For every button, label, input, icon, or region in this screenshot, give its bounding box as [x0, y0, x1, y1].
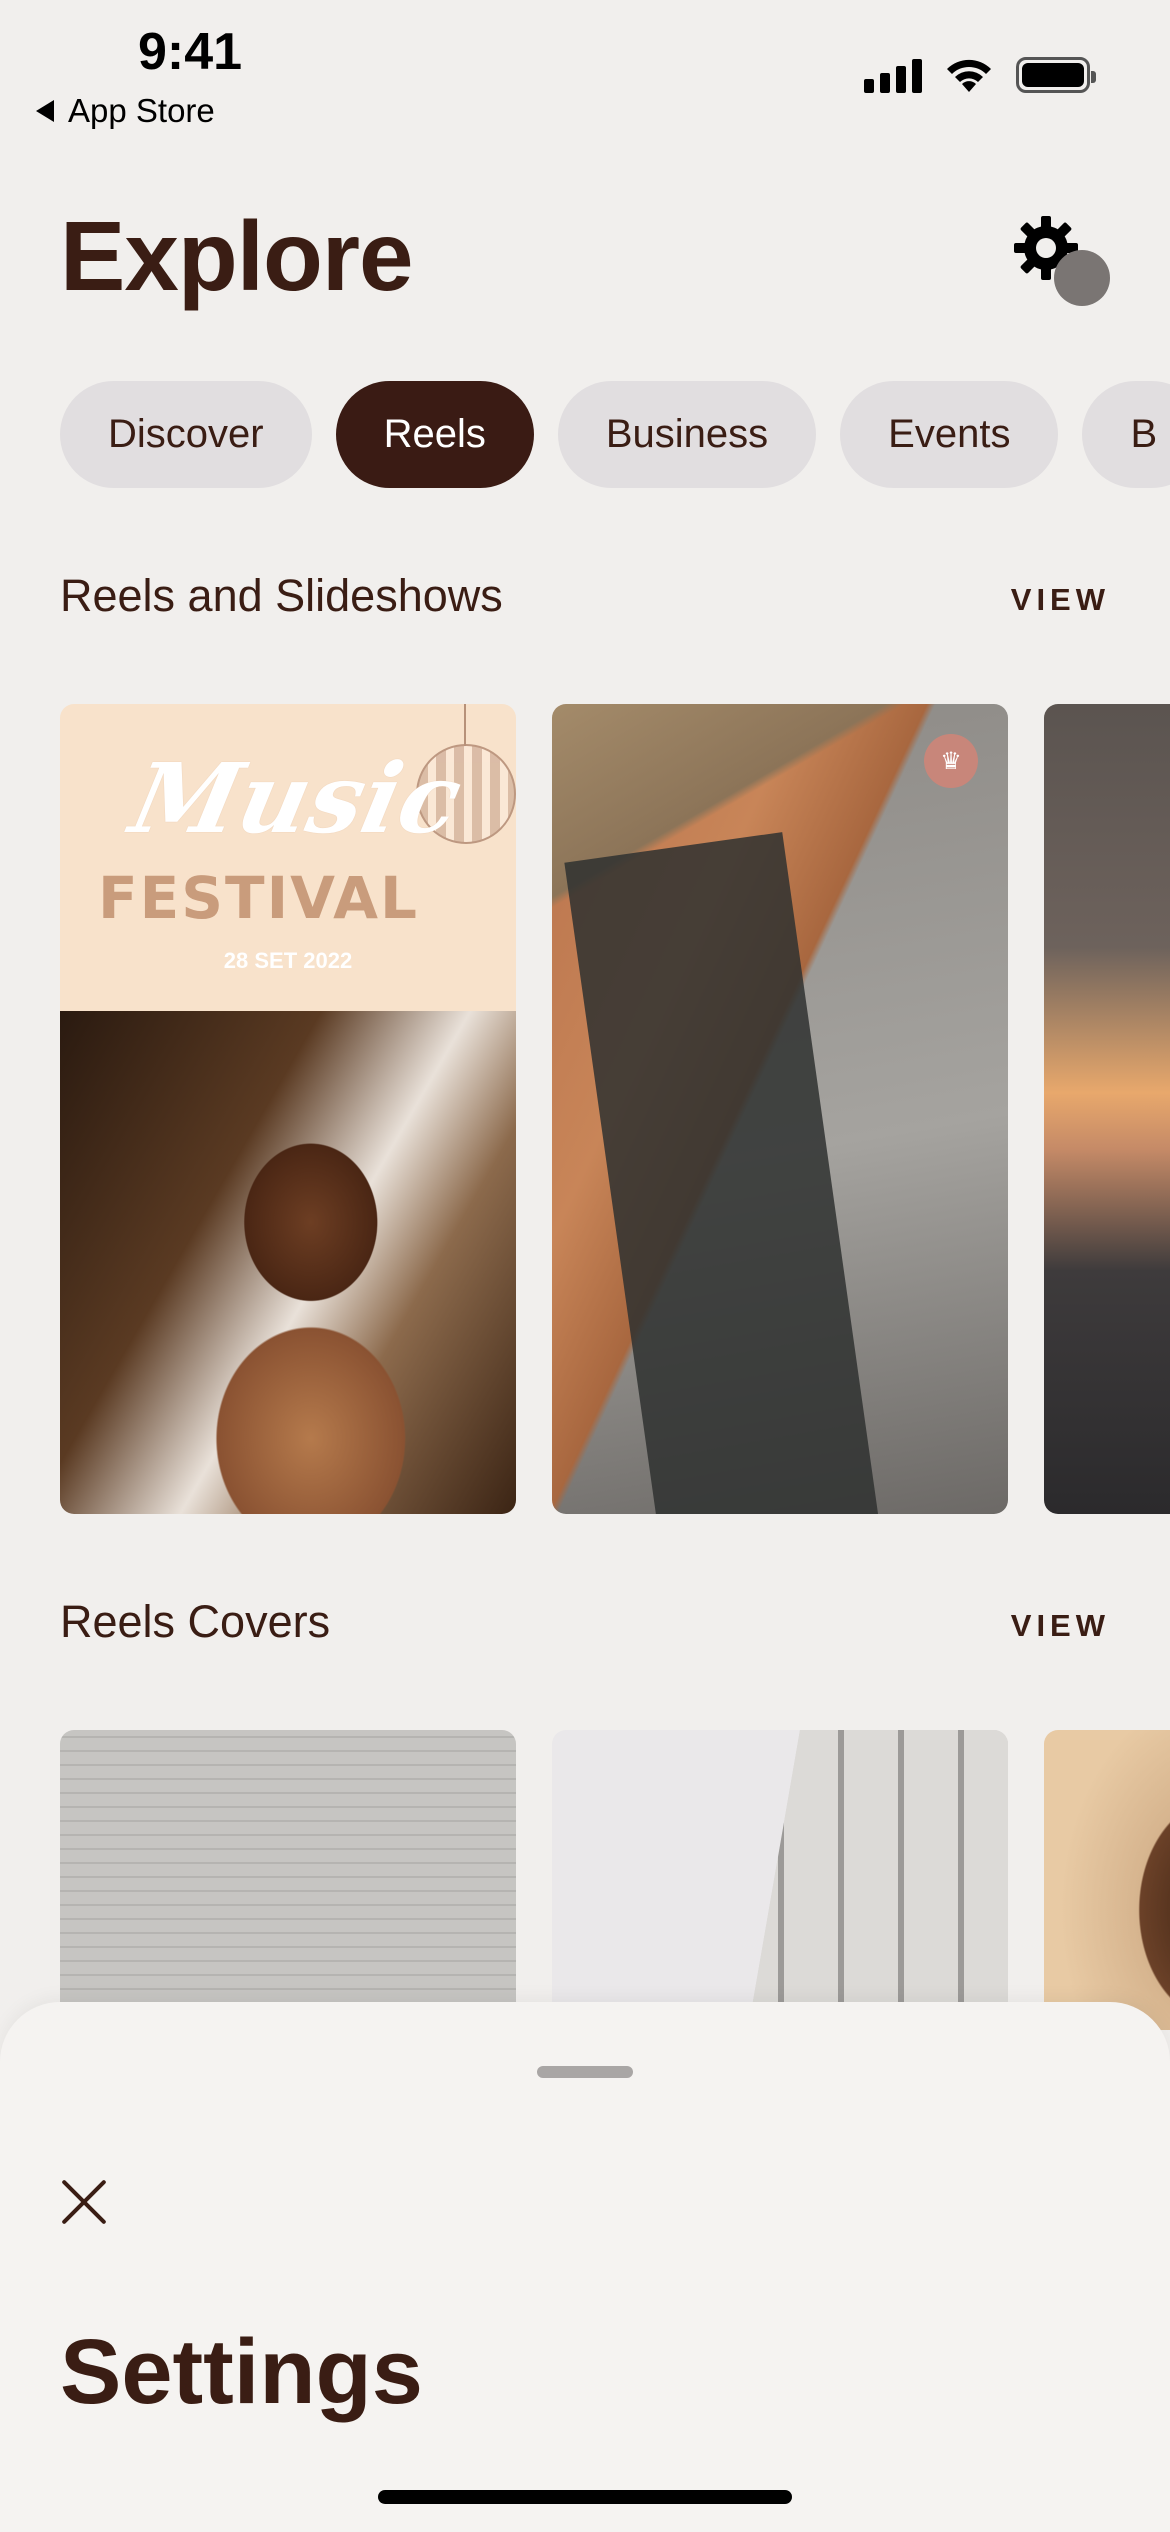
page-title: Explore	[60, 201, 413, 311]
sheet-title: Settings	[60, 2321, 423, 2423]
back-app-label: App Store	[68, 92, 215, 129]
poster-header: Music FESTIVAL 28 SET 2022	[60, 704, 516, 1011]
chip-partial[interactable]: B	[1082, 381, 1170, 488]
touch-indicator-dot	[1054, 250, 1110, 306]
wifi-icon	[947, 59, 991, 92]
battery-icon	[1016, 57, 1096, 93]
status-time: 9:41	[138, 23, 243, 81]
premium-crown-icon: ♛	[924, 734, 978, 788]
template-card-towel[interactable]: ♛	[552, 704, 1008, 1514]
close-icon[interactable]	[60, 2178, 108, 2226]
chip-business[interactable]: Business	[557, 381, 817, 488]
cover-card-building[interactable]	[552, 1730, 1008, 2030]
back-triangle-icon	[36, 100, 54, 122]
cellular-signal-icon	[864, 57, 922, 93]
poster-photo	[60, 1011, 516, 1514]
view-reels-covers-link[interactable]: VIEW	[1011, 1608, 1110, 1644]
chip-reels[interactable]: Reels	[335, 381, 534, 488]
section-title-reels-covers: Reels Covers	[60, 1596, 331, 1647]
status-indicators	[864, 56, 1096, 94]
poster-headline: FESTIVAL	[98, 864, 419, 932]
chip-discover[interactable]: Discover	[60, 381, 312, 488]
back-to-app-store[interactable]: App Store	[36, 92, 215, 130]
chip-events[interactable]: Events	[840, 381, 1059, 488]
explore-screen: 9:41 App Store Explore Discover Reels Bu…	[0, 0, 1170, 2532]
cover-card-portrait[interactable]	[1044, 1730, 1170, 2030]
category-chips: Discover Reels Business Events B	[60, 381, 1170, 488]
cover-card-brick[interactable]	[60, 1730, 516, 2030]
section-title-reels-slideshows: Reels and Slideshows	[60, 570, 503, 621]
home-indicator[interactable]	[378, 2490, 792, 2504]
template-card-music-festival[interactable]: Music FESTIVAL 28 SET 2022	[60, 704, 516, 1514]
settings-bottom-sheet: Settings	[0, 2002, 1170, 2532]
view-reels-slideshows-link[interactable]: VIEW	[1011, 582, 1110, 618]
sheet-drag-handle[interactable]	[537, 2066, 633, 2078]
poster-date: 28 SET 2022	[223, 948, 353, 973]
poster-script-text: Music	[121, 742, 472, 855]
template-card-rooftop[interactable]	[1044, 704, 1170, 1514]
